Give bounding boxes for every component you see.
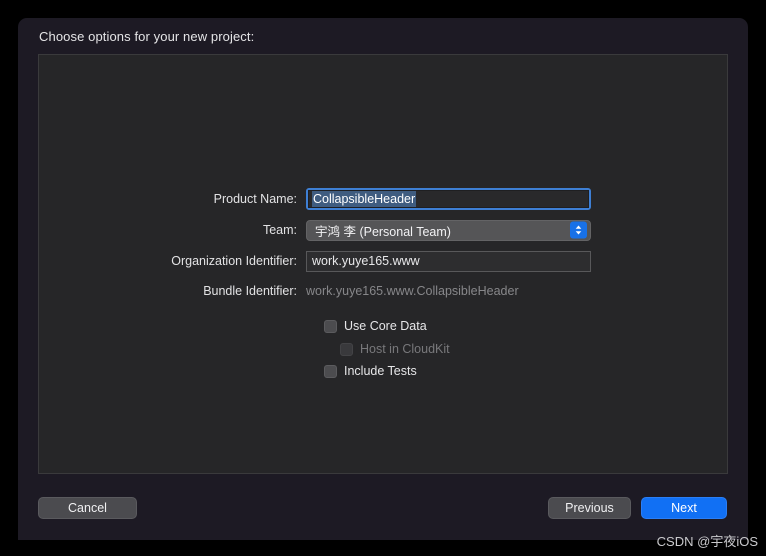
screen-root: Choose options for your new project: Pro…: [0, 0, 766, 556]
row-team: Team: 宇鸿 李 (Personal Team): [39, 219, 729, 241]
previous-button[interactable]: Previous: [548, 497, 631, 519]
product-name-field-wrap: CollapsibleHeader: [306, 188, 729, 210]
bundle-identifier-value: work.yuye165.www.CollapsibleHeader: [306, 284, 519, 298]
product-name-label: Product Name:: [213, 192, 297, 206]
include-tests-label: Include Tests: [344, 364, 417, 378]
chevron-up-down-icon: [570, 221, 587, 239]
row-product-name: Product Name: CollapsibleHeader: [39, 188, 729, 210]
product-name-input-inner: CollapsibleHeader: [308, 190, 589, 208]
team-value: 宇鸿 李 (Personal Team): [315, 224, 451, 239]
csdn-watermark: CSDN @宇夜iOS: [656, 534, 758, 549]
checkbox-row-use-core-data[interactable]: Use Core Data: [324, 317, 427, 335]
team-label: Team:: [262, 223, 297, 237]
row-bundle-identifier: Bundle Identifier: work.yuye165.www.Coll…: [39, 280, 729, 302]
bundle-identifier-label: Bundle Identifier:: [203, 284, 297, 298]
host-in-cloudkit-checkbox: [340, 342, 353, 356]
checkbox-row-include-tests[interactable]: Include Tests: [324, 362, 417, 380]
team-popup-button[interactable]: 宇鸿 李 (Personal Team): [306, 219, 591, 241]
options-panel: Product Name: CollapsibleHeader Team: 宇鸿…: [38, 54, 728, 474]
host-in-cloudkit-label: Host in CloudKit: [360, 342, 450, 356]
organization-identifier-field-wrap: work.yuye165.www: [306, 250, 729, 272]
organization-identifier-label: Organization Identifier:: [171, 254, 297, 268]
use-core-data-label: Use Core Data: [344, 319, 427, 333]
bundle-identifier-field-wrap: work.yuye165.www.CollapsibleHeader: [306, 284, 729, 298]
new-project-options-dialog: Choose options for your new project: Pro…: [18, 18, 748, 540]
product-name-input[interactable]: CollapsibleHeader: [306, 188, 591, 210]
include-tests-checkbox[interactable]: [324, 364, 337, 378]
cancel-button[interactable]: Cancel: [38, 497, 137, 519]
product-name-value: CollapsibleHeader: [312, 191, 417, 207]
team-field-wrap: 宇鸿 李 (Personal Team): [306, 219, 729, 241]
organization-identifier-input[interactable]: work.yuye165.www: [306, 250, 591, 272]
use-core-data-checkbox[interactable]: [324, 319, 337, 333]
next-button[interactable]: Next: [641, 497, 727, 519]
dialog-title: Choose options for your new project:: [39, 29, 255, 44]
checkbox-row-host-in-cloudkit: Host in CloudKit: [340, 340, 450, 358]
row-organization-identifier: Organization Identifier: work.yuye165.ww…: [39, 250, 729, 272]
